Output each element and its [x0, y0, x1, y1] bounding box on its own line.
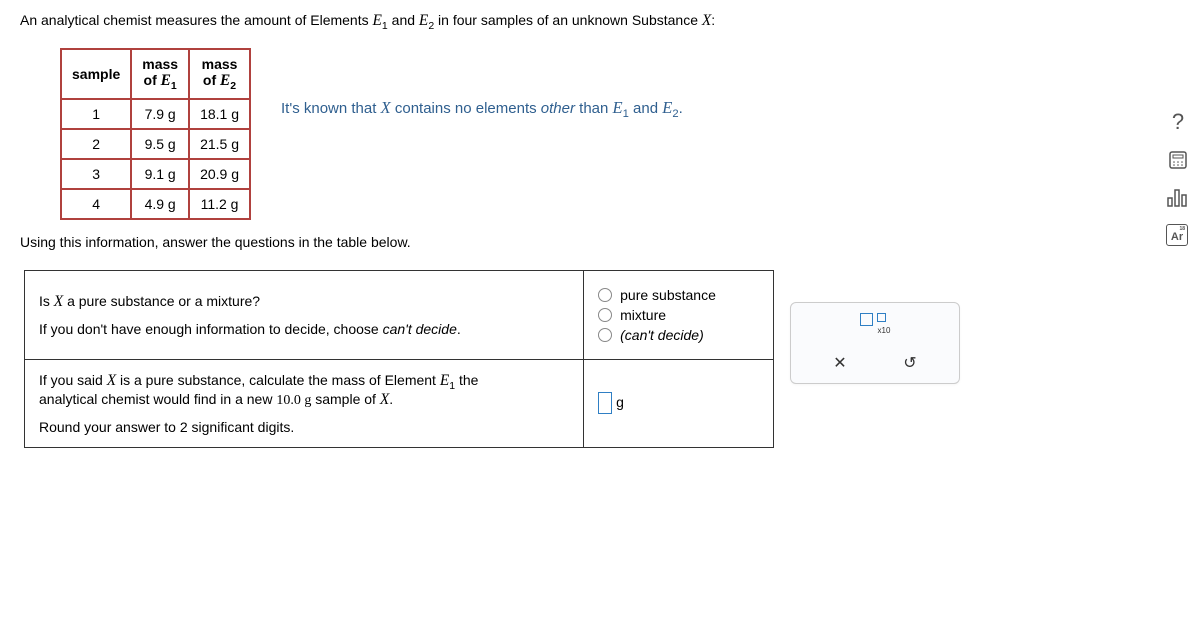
unit-g: g — [616, 394, 624, 410]
option-pure-substance[interactable]: pure substance — [598, 287, 759, 303]
help-icon[interactable]: ? — [1166, 110, 1190, 134]
intro-text: An analytical chemist measures the amoun… — [20, 12, 1180, 32]
col-mass-e2: mass of E2 — [189, 49, 250, 99]
option-mixture[interactable]: mixture — [598, 307, 759, 323]
reset-button[interactable]: ↺ — [903, 353, 916, 373]
side-note: It's known that X contains no elements o… — [281, 98, 683, 120]
icon-rail: ? 18 Ar — [1166, 110, 1190, 246]
periodic-table-icon[interactable]: 18 Ar — [1166, 224, 1188, 246]
mass-input[interactable] — [598, 392, 612, 414]
option-cant-decide[interactable]: (can't decide) — [598, 327, 759, 343]
data-table: sample mass of E1 mass of E2 17.9 g18.1 … — [60, 48, 251, 220]
option-label: (can't decide) — [620, 327, 704, 343]
col-mass-e1: mass of E1 — [131, 49, 189, 99]
x10-label: x10 — [878, 326, 891, 335]
clear-button[interactable]: ✕ — [833, 353, 846, 373]
radio-icon — [598, 288, 612, 302]
using-line: Using this information, answer the quest… — [20, 234, 1180, 250]
input-placeholder-icon[interactable] — [860, 313, 873, 326]
helper-panel: x10 ✕ ↺ — [790, 302, 960, 384]
radio-icon — [598, 328, 612, 342]
bar-chart-icon[interactable] — [1166, 186, 1190, 210]
exponent-placeholder-icon[interactable] — [877, 313, 886, 322]
col-sample: sample — [61, 49, 131, 99]
table-row: 44.9 g11.2 g — [61, 189, 250, 219]
q1-prompt: Is X a pure substance or a mixture? If y… — [25, 270, 584, 359]
question-table: Is X a pure substance or a mixture? If y… — [24, 270, 774, 449]
q2-prompt: If you said X is a pure substance, calcu… — [25, 359, 584, 448]
table-row: 17.9 g18.1 g — [61, 99, 250, 129]
table-row: 29.5 g21.5 g — [61, 129, 250, 159]
q1-answers: pure substance mixture (can't decide) — [584, 270, 774, 359]
radio-icon — [598, 308, 612, 322]
table-row: 39.1 g20.9 g — [61, 159, 250, 189]
q2-answer: g — [584, 359, 774, 448]
calculator-icon[interactable] — [1166, 148, 1190, 172]
option-label: pure substance — [620, 287, 716, 303]
option-label: mixture — [620, 307, 666, 323]
